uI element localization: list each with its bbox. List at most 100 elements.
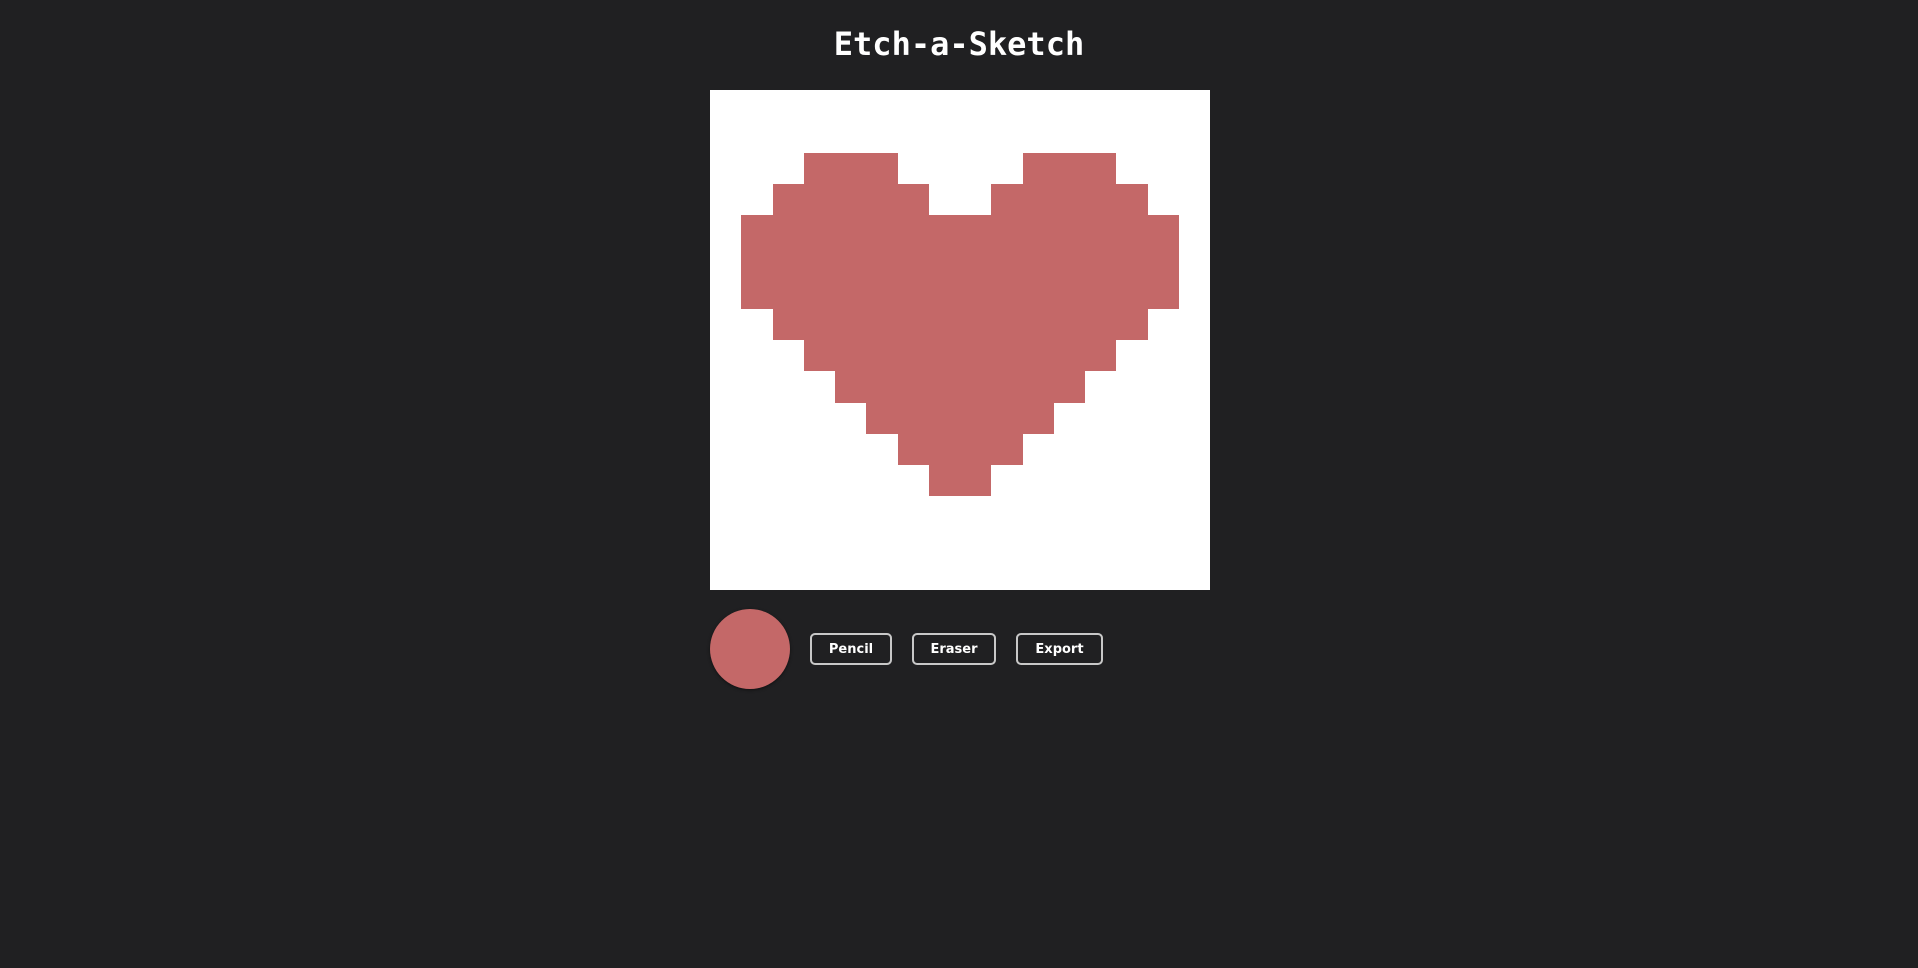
grid-cell[interactable] [1053, 371, 1085, 403]
grid-cell[interactable] [1022, 308, 1054, 340]
grid-cell[interactable] [803, 277, 835, 309]
grid-cell[interactable] [835, 496, 867, 528]
grid-cell[interactable] [991, 558, 1023, 590]
grid-cell[interactable] [1147, 465, 1179, 497]
grid-cell[interactable] [710, 433, 742, 465]
grid-cell[interactable] [897, 215, 929, 247]
grid-cell[interactable] [1147, 496, 1179, 528]
grid-cell[interactable] [772, 527, 804, 559]
grid-cell[interactable] [866, 308, 898, 340]
grid-cell[interactable] [710, 90, 742, 122]
grid-cell[interactable] [897, 183, 929, 215]
grid-cell[interactable] [960, 121, 992, 153]
grid-cell[interactable] [710, 371, 742, 403]
grid-cell[interactable] [741, 246, 773, 278]
grid-cell[interactable] [897, 496, 929, 528]
grid-cell[interactable] [928, 496, 960, 528]
grid-cell[interactable] [803, 121, 835, 153]
grid-cell[interactable] [897, 308, 929, 340]
grid-cell[interactable] [741, 433, 773, 465]
grid-cell[interactable] [1178, 340, 1210, 372]
grid-cell[interactable] [1116, 183, 1148, 215]
grid-cell[interactable] [1022, 90, 1054, 122]
grid-cell[interactable] [991, 402, 1023, 434]
grid-cell[interactable] [897, 246, 929, 278]
grid-cell[interactable] [741, 215, 773, 247]
grid-cell[interactable] [1116, 340, 1148, 372]
grid-cell[interactable] [1178, 215, 1210, 247]
grid-cell[interactable] [1178, 496, 1210, 528]
grid-cell[interactable] [1085, 371, 1117, 403]
grid-cell[interactable] [1147, 183, 1179, 215]
grid-cell[interactable] [1147, 433, 1179, 465]
grid-cell[interactable] [897, 527, 929, 559]
grid-cell[interactable] [710, 215, 742, 247]
grid-cell[interactable] [991, 121, 1023, 153]
grid-cell[interactable] [741, 527, 773, 559]
grid-cell[interactable] [803, 465, 835, 497]
grid-cell[interactable] [1022, 433, 1054, 465]
grid-cell[interactable] [866, 402, 898, 434]
grid-cell[interactable] [835, 152, 867, 184]
grid-cell[interactable] [803, 90, 835, 122]
grid-cell[interactable] [1053, 121, 1085, 153]
color-picker-swatch[interactable] [710, 609, 790, 689]
grid-cell[interactable] [866, 527, 898, 559]
grid-cell[interactable] [710, 121, 742, 153]
grid-cell[interactable] [1147, 277, 1179, 309]
grid-cell[interactable] [835, 433, 867, 465]
grid-cell[interactable] [928, 527, 960, 559]
grid-cell[interactable] [1022, 558, 1054, 590]
grid-cell[interactable] [1085, 246, 1117, 278]
grid-cell[interactable] [897, 121, 929, 153]
grid-cell[interactable] [1147, 371, 1179, 403]
grid-cell[interactable] [991, 277, 1023, 309]
grid-cell[interactable] [1116, 558, 1148, 590]
grid-cell[interactable] [803, 340, 835, 372]
grid-cell[interactable] [772, 152, 804, 184]
grid-cell[interactable] [1022, 121, 1054, 153]
grid-cell[interactable] [1022, 496, 1054, 528]
grid-cell[interactable] [835, 371, 867, 403]
grid-cell[interactable] [710, 558, 742, 590]
grid-cell[interactable] [835, 277, 867, 309]
grid-cell[interactable] [1178, 121, 1210, 153]
grid-cell[interactable] [1085, 496, 1117, 528]
grid-cell[interactable] [928, 90, 960, 122]
grid-cell[interactable] [772, 558, 804, 590]
grid-cell[interactable] [835, 90, 867, 122]
grid-cell[interactable] [710, 527, 742, 559]
grid-cell[interactable] [897, 371, 929, 403]
grid-cell[interactable] [897, 277, 929, 309]
grid-cell[interactable] [710, 340, 742, 372]
pencil-button[interactable]: Pencil [810, 633, 892, 665]
grid-cell[interactable] [928, 152, 960, 184]
grid-cell[interactable] [960, 465, 992, 497]
grid-cell[interactable] [772, 308, 804, 340]
grid-cell[interactable] [1022, 152, 1054, 184]
grid-cell[interactable] [741, 402, 773, 434]
grid-cell[interactable] [1053, 215, 1085, 247]
grid-cell[interactable] [835, 246, 867, 278]
drawing-canvas[interactable] [710, 90, 1210, 590]
grid-cell[interactable] [1085, 465, 1117, 497]
grid-cell[interactable] [1178, 152, 1210, 184]
grid-cell[interactable] [960, 183, 992, 215]
grid-cell[interactable] [1178, 246, 1210, 278]
grid-cell[interactable] [866, 340, 898, 372]
grid-cell[interactable] [1053, 433, 1085, 465]
grid-cell[interactable] [1116, 121, 1148, 153]
grid-cell[interactable] [928, 371, 960, 403]
grid-cell[interactable] [772, 277, 804, 309]
grid-cell[interactable] [803, 308, 835, 340]
grid-cell[interactable] [835, 183, 867, 215]
grid-cell[interactable] [991, 215, 1023, 247]
grid-cell[interactable] [741, 90, 773, 122]
grid-cell[interactable] [803, 246, 835, 278]
grid-cell[interactable] [928, 183, 960, 215]
grid-cell[interactable] [1178, 527, 1210, 559]
grid-cell[interactable] [866, 433, 898, 465]
grid-cell[interactable] [1178, 90, 1210, 122]
grid-cell[interactable] [1085, 527, 1117, 559]
grid-cell[interactable] [928, 308, 960, 340]
